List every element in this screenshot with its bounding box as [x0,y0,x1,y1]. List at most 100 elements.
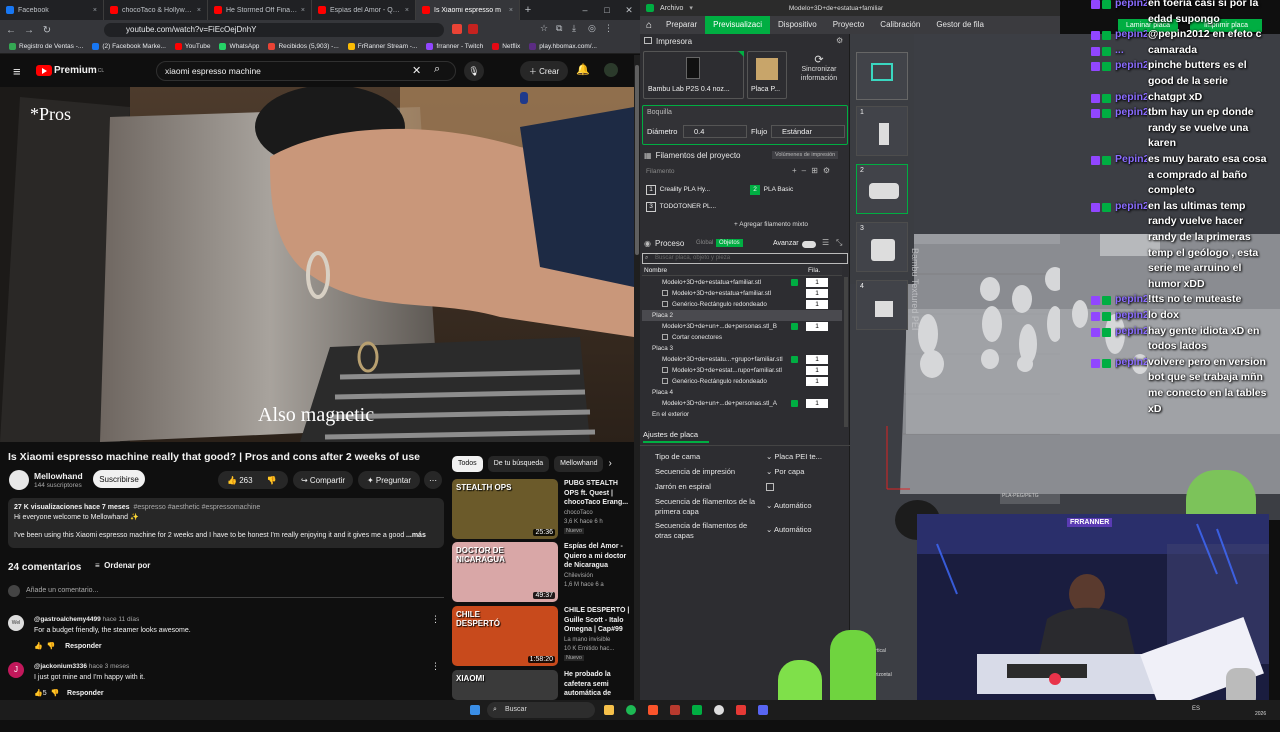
bookmark-item[interactable]: FrRanner Stream -... [347,43,417,50]
volumes-button[interactable]: Volúmenes de impresión [772,151,839,159]
bookmark-item[interactable]: Netflix [492,43,520,50]
close-tab-icon[interactable]: × [197,7,201,14]
plate-select[interactable]: Placa P... [747,51,787,99]
filament-toolbar[interactable]: +–⊞⚙ [792,166,835,175]
browser-tab-active[interactable]: Is Xiaomi espresso m × [416,0,520,20]
bambu-studio-icon[interactable] [692,705,702,715]
channel-name[interactable]: Mellowhand [34,471,83,481]
description-box[interactable]: 27 K visualizaciones hace 7 meses #espre… [8,498,444,548]
plate-row[interactable]: Placa 2 [642,310,842,321]
video-thumbnail[interactable]: STEALTH OPS 25:36 [452,479,558,539]
related-channel[interactable]: chocoTaco [564,509,634,518]
reload-icon[interactable]: ↻ [40,25,54,36]
filament-3[interactable]: 3 TODOTONER PL... [646,202,716,212]
filament-2[interactable]: 2 PLA Basic [750,185,793,195]
filament-index[interactable]: 1 [806,399,828,408]
object-row[interactable]: Modelo+3D+de+estatua+familiar.stl 1 [642,288,842,299]
setting-select[interactable]: ⌄ Por capa [766,467,804,476]
process-objects-toggle[interactable]: Objetos [716,239,743,247]
plate-thumbnail-active[interactable]: 2 [856,164,908,214]
printer-select[interactable]: Bambu Lab P2S 0.4 noz... [643,51,744,99]
related-video[interactable]: DOCTOR DE NICARAGUA 49:37 Espías del Amor … [452,542,634,604]
object-row[interactable]: Modelo+3D+de+estatu...+grupo+familiar.st… [642,354,842,365]
settings-icon[interactable]: ⚙ [836,36,843,45]
object-row[interactable]: Genérico-Rectángulo redondeado 1 [642,376,842,387]
object-row[interactable]: Modelo+3D+de+estat...rupo+familiar.stl 1 [642,365,842,376]
chevron-right-icon[interactable]: › [608,456,611,474]
taskbar-search[interactable]: ⌕ Buscar [487,702,595,718]
close-tab-icon[interactable]: × [93,7,97,14]
url-field[interactable]: youtube.com/watch?v=FiEcOejDnhY [104,23,444,37]
subscribe-button[interactable]: Suscribirse [93,470,145,488]
related-video[interactable]: STEALTH OPS 25:36 PUBG STEALTH OPS ft. Que… [452,479,634,541]
sort-button[interactable]: ≡ Ordenar por [95,561,150,570]
clock-date[interactable]: 2026 [1255,711,1266,717]
comment-menu-icon[interactable]: ⋮ [431,614,440,625]
close-tab-icon[interactable]: × [301,7,305,14]
object-row[interactable]: Genérico-Rectángulo redondeado 1 [642,299,842,310]
diameter-select[interactable]: 0.4 [683,125,747,138]
minimize-icon[interactable]: – [574,0,596,20]
youtube-logo[interactable]: Premium CL [36,65,104,76]
video-thumbnail[interactable]: XIAOMI [452,670,558,700]
bookmark-item[interactable]: WhatsApp [219,43,259,50]
account-avatar[interactable] [604,63,618,77]
puzzle-icon[interactable]: ⧉ [556,23,572,34]
commenter-avatar[interactable]: J [8,662,24,678]
bookmark-item[interactable]: play.hbomax.com/... [529,43,597,50]
chip-all[interactable]: Todos [452,456,483,472]
browser-tab[interactable]: Espías del Amor - Quiero a m× [312,0,416,20]
bookmark-item[interactable]: YouTube [174,43,210,50]
filament-1[interactable]: 1 Creality PLA Hy... [646,185,710,195]
spiral-vase-checkbox[interactable] [766,483,774,491]
back-icon[interactable]: ← [4,25,18,36]
thumbs-down-icon[interactable]: 👎 [47,643,56,650]
plate-thumbnail[interactable]: 4 [856,280,908,330]
object-search-input[interactable]: Buscar placa, objeto y pieza ⌕ [642,253,848,264]
show-more-link[interactable]: ...más [406,531,426,541]
hashtags[interactable]: #espresso #aesthetic #espressomachine [133,504,260,511]
filament-index[interactable]: 1 [806,355,828,364]
reply-button[interactable]: Responder [65,643,102,650]
extension-icon[interactable] [468,24,478,34]
comment-menu-icon[interactable]: ⋮ [431,661,440,672]
nav-tab[interactable]: Calibración [872,16,928,34]
nav-tab[interactable]: Proyecto [825,16,873,34]
add-mixed-filament-button[interactable]: + Agregar filamento mixto [696,221,846,228]
star-icon[interactable]: ☆ [540,23,556,34]
flow-select[interactable]: Estándar [771,125,845,138]
spotify-icon[interactable] [626,705,636,715]
related-video-title[interactable]: CHILE DESPERTÓ | Guille Scott - Italo Om… [564,606,634,636]
extension-icon[interactable] [452,24,462,34]
related-channel[interactable]: La mano invisible [564,636,634,645]
object-row[interactable]: Modelo+3D+de+un+...de+personas.stl_B 1 [642,321,842,332]
plate-row[interactable]: En el exterior [642,409,842,420]
thumbs-up-icon[interactable]: 👍 [227,476,237,485]
more-actions-icon[interactable]: ⋯ [424,471,442,489]
setting-select[interactable]: ⌄ Automático [766,525,812,534]
related-video-title[interactable]: Espías del Amor - Quiero a mi doctor de … [564,542,634,572]
voice-search-icon[interactable]: 🎙 [464,61,484,81]
filament-index[interactable]: 1 [806,278,828,287]
download-icon[interactable]: ⤓ [572,23,588,34]
plate-row[interactable]: Placa 3 [642,343,842,354]
share-button[interactable]: ↪ Compartir [293,471,353,489]
related-video-title[interactable]: PUBG STEALTH OPS ft. Quest | chocoTaco E… [564,479,634,509]
filament-index[interactable]: 1 [806,366,828,375]
object-row[interactable]: Modelo+3D+de+un+...de+personas.stl_A 1 [642,398,842,409]
reply-button[interactable]: Responder [67,690,104,697]
nav-tab[interactable]: Previsualizaci [705,16,771,34]
file-menu[interactable]: Archivo [660,5,683,12]
video-thumbnail[interactable]: CHILE DESPERTÓ 1:58:20 [452,606,558,666]
browser-tab[interactable]: He Stormed Off Financial Au× [208,0,312,20]
video-player[interactable]: *Pros Also magnetic [0,87,634,442]
plate-thumbnail[interactable]: 3 [856,222,908,272]
language-indicator[interactable]: ES [1192,706,1200,712]
windows-start-icon[interactable] [470,705,480,715]
nav-tab[interactable]: Dispositivo [770,16,825,34]
plate-row[interactable]: Placa 4 [642,387,842,398]
clear-search-icon[interactable]: ✕ [412,64,421,77]
filament-index[interactable]: 1 [806,377,828,386]
visibility-checkbox[interactable] [791,323,798,330]
file-explorer-icon[interactable] [604,705,614,715]
